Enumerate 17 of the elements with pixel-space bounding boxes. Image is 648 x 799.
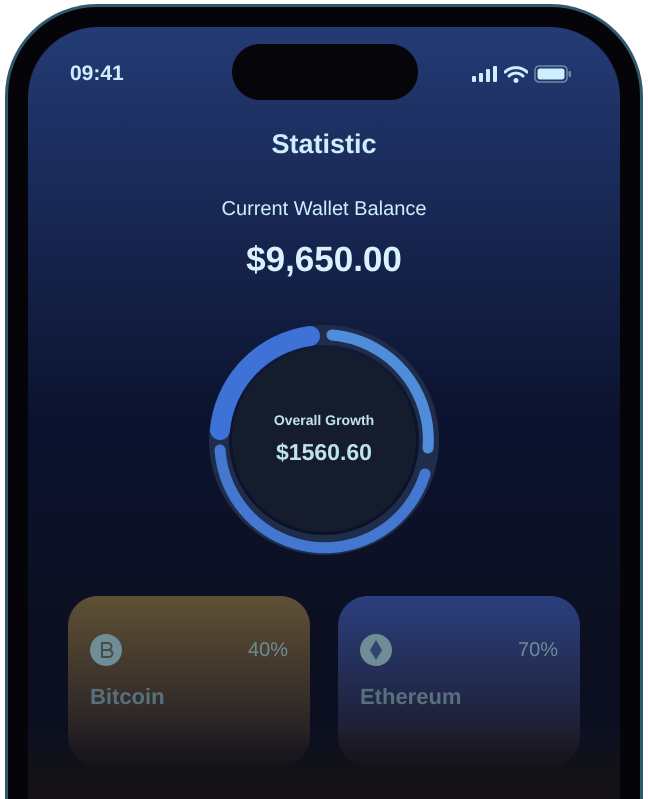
coin-icon: [90, 634, 122, 666]
growth-amount: $1560.60: [276, 438, 372, 468]
wifi-icon: [504, 66, 528, 82]
asset-name: Bitcoin: [90, 683, 166, 711]
balance-amount: $9,650.00: [246, 238, 402, 280]
status-time: 09:41: [70, 61, 124, 88]
diamond-coin-icon: [360, 634, 392, 666]
growth-label: Overall Growth: [274, 411, 374, 430]
asset-percent: 70%: [518, 638, 558, 663]
signal-icon: [472, 66, 498, 82]
asset-name: Ethereum: [360, 683, 462, 711]
balance-label: Current Wallet Balance: [222, 196, 426, 222]
asset-card[interactable]: 70% Ethereum: [338, 596, 580, 766]
screen-title: Statistic: [271, 128, 377, 161]
battery-icon: [534, 65, 572, 83]
asset-card[interactable]: 40% Bitcoin: [68, 596, 310, 766]
asset-percent: 40%: [248, 638, 288, 663]
